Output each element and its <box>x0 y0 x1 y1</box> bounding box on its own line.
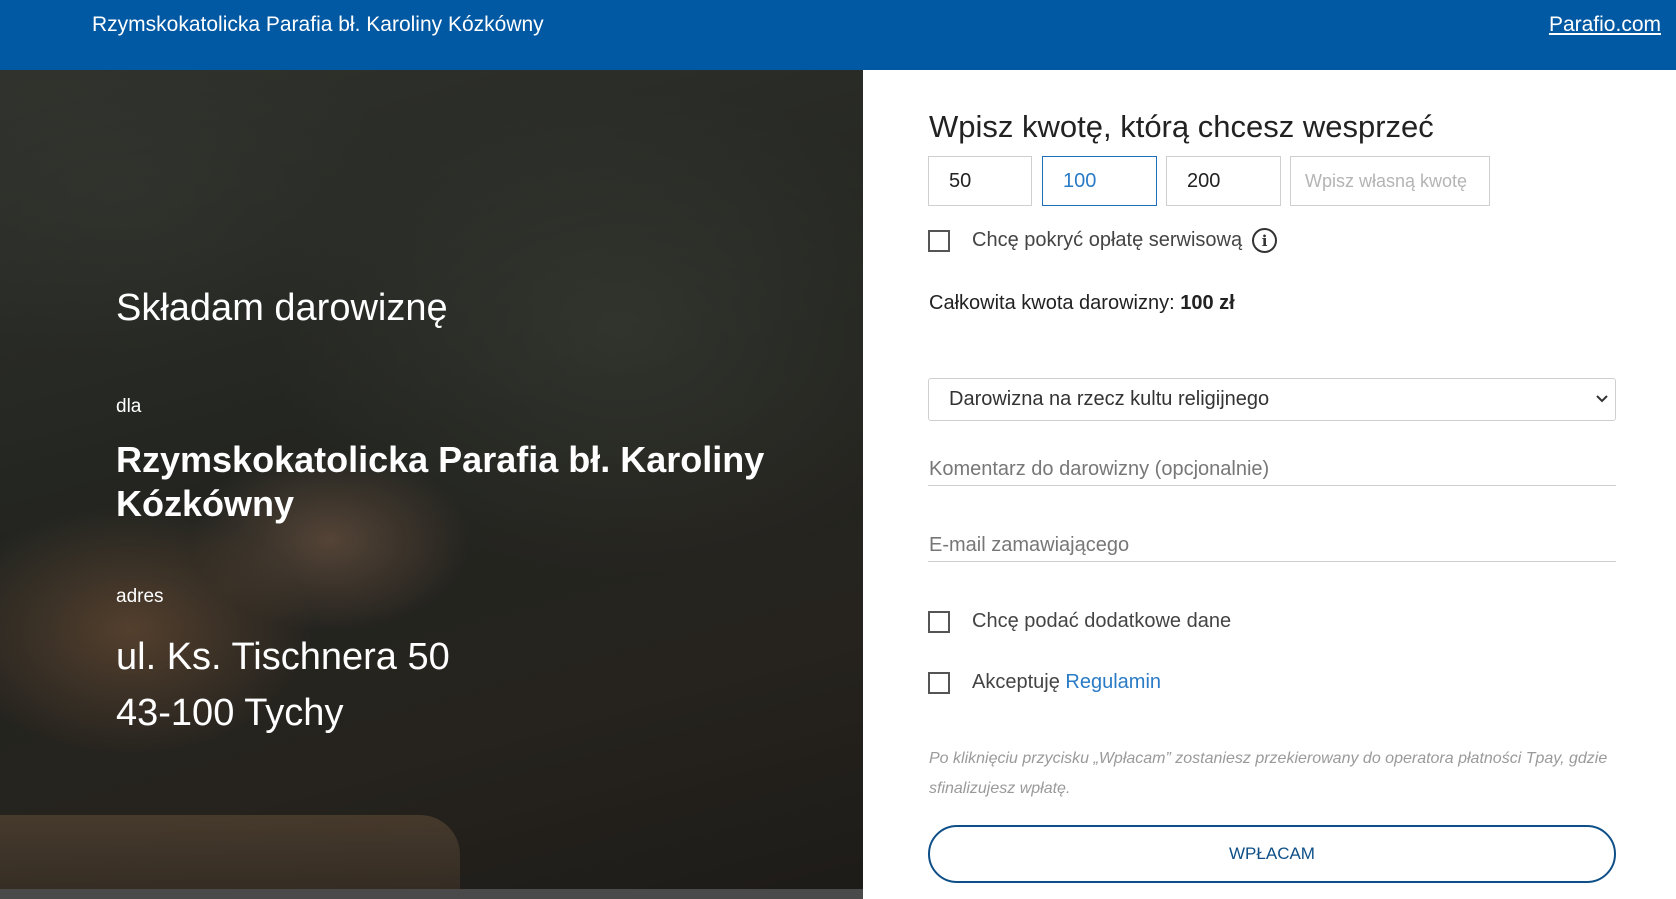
donation-purpose-select[interactable]: Darowizna na rzecz kultu religijnego <box>928 378 1616 421</box>
total-label: Całkowita kwota darowizny: <box>929 292 1175 314</box>
donation-form: Wpisz kwotę, którą chcesz wesprzeć 50 10… <box>928 70 1618 899</box>
address-label: adres <box>116 586 164 607</box>
total-amount: Całkowita kwota darowizny: 100 zł <box>929 292 1235 315</box>
accept-terms-checkbox[interactable] <box>928 671 950 694</box>
custom-amount-input[interactable] <box>1290 156 1490 206</box>
parish-name-header: Rzymskokatolicka Parafia bł. Karoliny Kó… <box>92 13 544 36</box>
terms-link[interactable]: Regulamin <box>1065 671 1161 693</box>
email-placeholder: E-mail zamawiającego <box>929 534 1130 556</box>
donation-purpose-value: Darowizna na rzecz kultu religijnego <box>949 388 1270 410</box>
address-line-1: ul. Ks. Tischnera 50 <box>116 636 450 678</box>
chevron-down-icon <box>1595 387 1609 416</box>
parafio-link[interactable]: Parafio.com <box>1549 13 1661 37</box>
info-icon[interactable]: i <box>1252 228 1278 253</box>
amount-option-200[interactable]: 200 <box>1166 156 1281 206</box>
email-field[interactable]: E-mail zamawiającego <box>928 520 1616 562</box>
hero-panel: Składam darowiznę dla Rzymskokatolicka P… <box>0 70 863 899</box>
total-value: 100 zł <box>1180 292 1235 314</box>
extra-data-label: Chcę podać dodatkowe dane <box>972 610 1232 632</box>
organization-name: Rzymskokatolicka Parafia bł. Karoliny Kó… <box>116 439 765 524</box>
address-line-2: 43-100 Tychy <box>116 692 344 734</box>
extra-data-checkbox[interactable] <box>928 610 950 633</box>
amount-option-100[interactable]: 100 <box>1042 156 1157 206</box>
accept-terms-label: Akceptuję Regulamin <box>972 671 1161 694</box>
comment-field[interactable]: Komentarz do darowizny (opcjonalnie) <box>928 444 1616 486</box>
pay-button[interactable]: WPŁACAM <box>928 825 1616 883</box>
accept-terms-row[interactable]: Akceptuję Regulamin <box>928 671 1161 694</box>
form-title: Wpisz kwotę, którą chcesz wesprzeć <box>929 109 1434 144</box>
hero-intro: Składam darowiznę <box>116 287 448 329</box>
service-fee-checkbox[interactable] <box>928 229 950 252</box>
extra-data-row[interactable]: Chcę podać dodatkowe dane <box>928 610 1231 633</box>
service-fee-label: Chcę pokryć opłatę serwisową <box>972 229 1243 251</box>
top-bar: Rzymskokatolicka Parafia bł. Karoliny Kó… <box>0 0 1676 70</box>
amount-option-50[interactable]: 50 <box>928 156 1032 206</box>
accept-text: Akceptuję <box>972 671 1060 693</box>
for-label: dla <box>116 396 142 417</box>
comment-placeholder: Komentarz do darowizny (opcjonalnie) <box>929 458 1270 480</box>
payment-note: Po kliknięciu przycisku „Wpłacam” zostan… <box>929 750 1608 797</box>
service-fee-row[interactable]: Chcę pokryć opłatę serwisową i <box>928 228 1278 253</box>
